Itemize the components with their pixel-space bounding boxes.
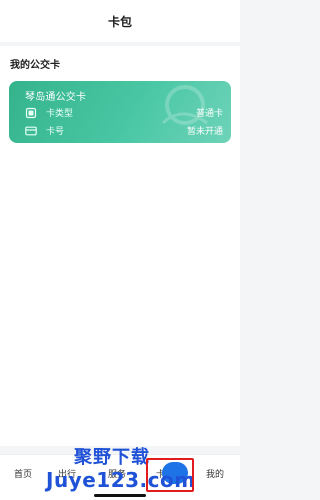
section-title: 我的公交卡 (10, 60, 60, 71)
watermark-text-top: 聚野下载 (74, 447, 150, 468)
bus-card[interactable]: 琴岛通公交卡 卡类型 普通卡 卡号 暂未开通 (9, 81, 231, 143)
page-title: 卡包 (107, 14, 132, 29)
card-type-icon (25, 107, 37, 119)
app-root: 卡包 我的公交卡 琴岛通公交卡 卡类型 普通卡 卡号 暂未开通 首页 出行 服务… (0, 0, 240, 500)
main-content: 我的公交卡 琴岛通公交卡 卡类型 普通卡 卡号 暂未开通 (0, 46, 240, 446)
card-type-value: 普通卡 (195, 109, 223, 119)
tab-mine[interactable]: 我的 (206, 467, 224, 480)
highlight-box (146, 458, 194, 492)
card-number-row: 卡号 暂未开通 (25, 124, 223, 137)
tab-home[interactable]: 首页 (14, 467, 32, 480)
home-indicator (94, 494, 146, 497)
top-bar: 卡包 (0, 0, 240, 42)
card-type-row: 卡类型 普通卡 (25, 106, 223, 119)
card-number-value: 暂未开通 (186, 127, 223, 137)
card-type-label: 卡类型 (46, 109, 74, 119)
card-name: 琴岛通公交卡 (25, 92, 87, 103)
card-number-label: 卡号 (46, 127, 65, 137)
card-number-icon (25, 125, 37, 137)
